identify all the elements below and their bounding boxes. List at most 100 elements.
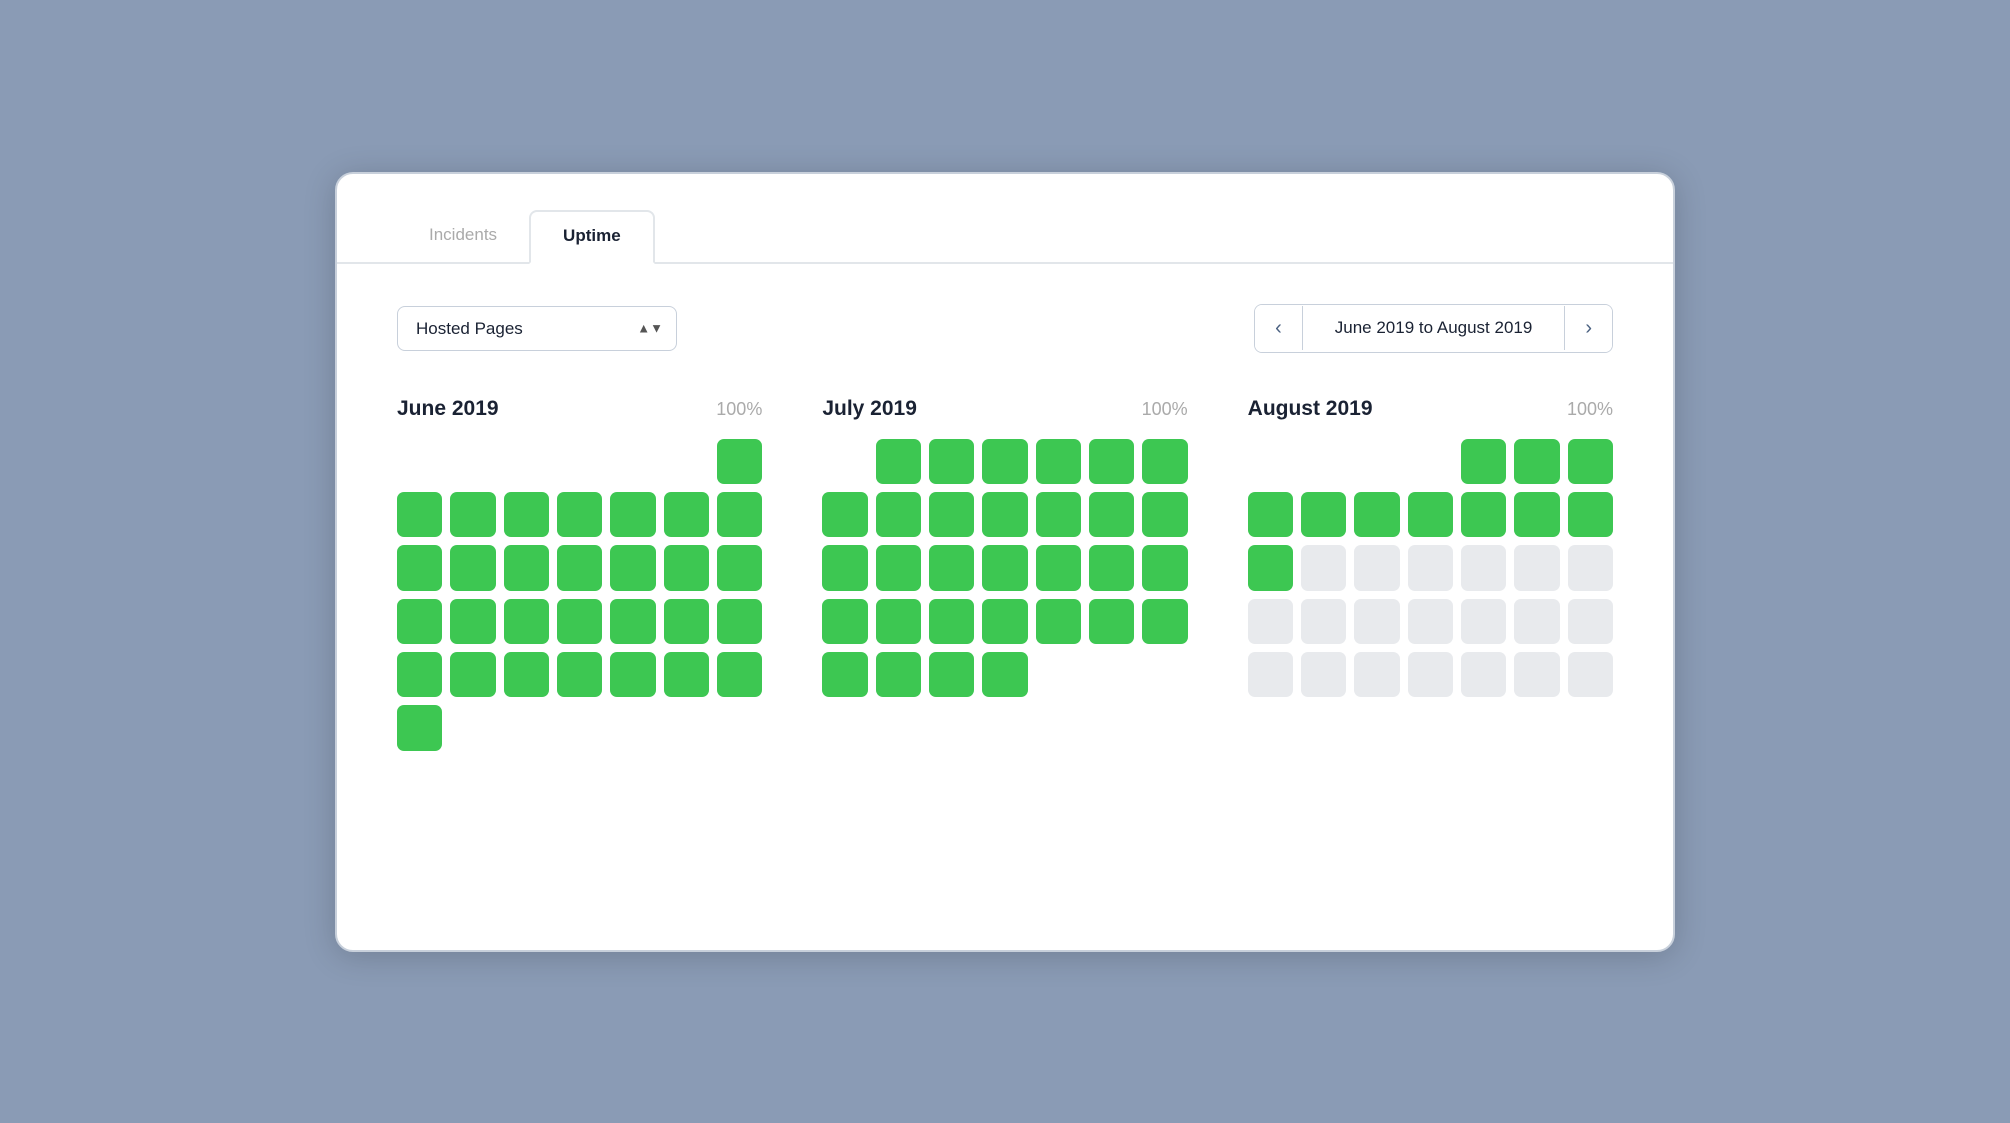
content-area: Hosted Pages API Dashboard Webhooks ▲▼ ‹… xyxy=(337,264,1673,811)
day-cell-july2019-1 xyxy=(876,439,921,484)
day-cell-july2019-8 xyxy=(876,492,921,537)
day-cell-july2019-23 xyxy=(929,599,974,644)
day-cell-june2019-19 xyxy=(557,599,602,644)
day-cell-august2019-16 xyxy=(1514,545,1559,590)
day-cell-july2019-24 xyxy=(982,599,1027,644)
day-cell-july2019-9 xyxy=(929,492,974,537)
day-cell-july2019-22 xyxy=(876,599,921,644)
day-cell-august2019-7 xyxy=(1408,492,1453,537)
day-cell-july2019-14 xyxy=(822,545,867,590)
calendar-header-july2019: July 2019 100% xyxy=(822,397,1187,421)
day-cell-august2019-23 xyxy=(1514,599,1559,644)
day-cell-june2019-29 xyxy=(717,652,762,697)
day-blank xyxy=(450,439,495,484)
calendar-header-august2019: August 2019100% xyxy=(1248,397,1613,421)
day-cell-june2019-30 xyxy=(397,705,442,750)
day-cell-august2019-9 xyxy=(1514,492,1559,537)
day-cell-june2019-10 xyxy=(450,545,495,590)
day-cell-june2019-16 xyxy=(397,599,442,644)
day-cell-august2019-22 xyxy=(1461,599,1506,644)
calendar-august2019: August 2019100% xyxy=(1248,397,1613,751)
day-blank xyxy=(822,439,867,484)
calendar-grid-june2019 xyxy=(397,439,762,751)
category-select[interactable]: Hosted Pages API Dashboard Webhooks xyxy=(397,306,677,351)
day-cell-july2019-31 xyxy=(982,652,1027,697)
day-cell-june2019-26 xyxy=(557,652,602,697)
day-cell-june2019-24 xyxy=(450,652,495,697)
calendar-month-august2019: August 2019 xyxy=(1248,397,1373,421)
day-cell-june2019-8 xyxy=(717,492,762,537)
day-cell-june2019-20 xyxy=(610,599,655,644)
day-cell-june2019-6 xyxy=(610,492,655,537)
day-cell-august2019-6 xyxy=(1354,492,1399,537)
day-cell-august2019-1 xyxy=(1461,439,1506,484)
date-nav: ‹ June 2019 to August 2019 › xyxy=(1254,304,1613,353)
day-cell-august2019-5 xyxy=(1301,492,1346,537)
day-cell-august2019-19 xyxy=(1301,599,1346,644)
date-next-button[interactable]: › xyxy=(1565,305,1612,352)
day-blank xyxy=(664,439,709,484)
day-cell-july2019-5 xyxy=(1089,439,1134,484)
calendar-pct-june2019: 100% xyxy=(716,399,762,420)
day-cell-august2019-26 xyxy=(1301,652,1346,697)
day-cell-july2019-21 xyxy=(822,599,867,644)
controls-row: Hosted Pages API Dashboard Webhooks ▲▼ ‹… xyxy=(397,304,1613,353)
tab-uptime[interactable]: Uptime xyxy=(529,210,655,264)
day-cell-august2019-31 xyxy=(1568,652,1613,697)
day-cell-july2019-30 xyxy=(929,652,974,697)
day-cell-august2019-21 xyxy=(1408,599,1453,644)
day-cell-july2019-19 xyxy=(1089,545,1134,590)
day-blank xyxy=(504,439,549,484)
day-cell-june2019-13 xyxy=(610,545,655,590)
day-cell-june2019-22 xyxy=(717,599,762,644)
day-blank xyxy=(1301,439,1346,484)
day-cell-july2019-18 xyxy=(1036,545,1081,590)
calendar-pct-july2019: 100% xyxy=(1142,399,1188,420)
day-cell-june2019-21 xyxy=(664,599,709,644)
day-cell-august2019-25 xyxy=(1248,652,1293,697)
day-blank xyxy=(557,439,602,484)
day-cell-august2019-28 xyxy=(1408,652,1453,697)
day-cell-august2019-8 xyxy=(1461,492,1506,537)
day-cell-june2019-2 xyxy=(397,492,442,537)
day-cell-july2019-28 xyxy=(822,652,867,697)
day-cell-june2019-5 xyxy=(557,492,602,537)
day-blank xyxy=(610,439,655,484)
day-cell-july2019-20 xyxy=(1142,545,1187,590)
date-prev-button[interactable]: ‹ xyxy=(1255,305,1302,352)
day-cell-july2019-11 xyxy=(1036,492,1081,537)
day-cell-june2019-25 xyxy=(504,652,549,697)
day-cell-july2019-27 xyxy=(1142,599,1187,644)
day-cell-june2019-14 xyxy=(664,545,709,590)
day-cell-august2019-14 xyxy=(1408,545,1453,590)
day-cell-august2019-4 xyxy=(1248,492,1293,537)
day-cell-august2019-10 xyxy=(1568,492,1613,537)
day-cell-july2019-6 xyxy=(1142,439,1187,484)
day-cell-july2019-29 xyxy=(876,652,921,697)
calendar-month-july2019: July 2019 xyxy=(822,397,917,421)
day-cell-june2019-18 xyxy=(504,599,549,644)
main-window: Incidents Uptime Hosted Pages API Dashbo… xyxy=(335,172,1675,952)
day-cell-june2019-23 xyxy=(397,652,442,697)
day-cell-august2019-29 xyxy=(1461,652,1506,697)
day-cell-july2019-2 xyxy=(929,439,974,484)
date-range-label: June 2019 to August 2019 xyxy=(1302,306,1566,350)
day-cell-july2019-7 xyxy=(822,492,867,537)
calendar-month-june2019: June 2019 xyxy=(397,397,499,421)
day-cell-august2019-30 xyxy=(1514,652,1559,697)
day-cell-august2019-18 xyxy=(1248,599,1293,644)
day-cell-august2019-13 xyxy=(1354,545,1399,590)
day-cell-august2019-2 xyxy=(1514,439,1559,484)
day-cell-june2019-27 xyxy=(610,652,655,697)
day-cell-august2019-15 xyxy=(1461,545,1506,590)
day-cell-august2019-12 xyxy=(1301,545,1346,590)
calendars-row: June 2019 100% July 2019 100% August 2019100… xyxy=(397,397,1613,751)
day-cell-july2019-26 xyxy=(1089,599,1134,644)
day-cell-june2019-11 xyxy=(504,545,549,590)
day-cell-july2019-15 xyxy=(876,545,921,590)
tab-incidents[interactable]: Incidents xyxy=(397,211,529,264)
day-cell-june2019-7 xyxy=(664,492,709,537)
day-cell-june2019-17 xyxy=(450,599,495,644)
calendar-june2019: June 2019 100% xyxy=(397,397,762,751)
day-cell-august2019-27 xyxy=(1354,652,1399,697)
